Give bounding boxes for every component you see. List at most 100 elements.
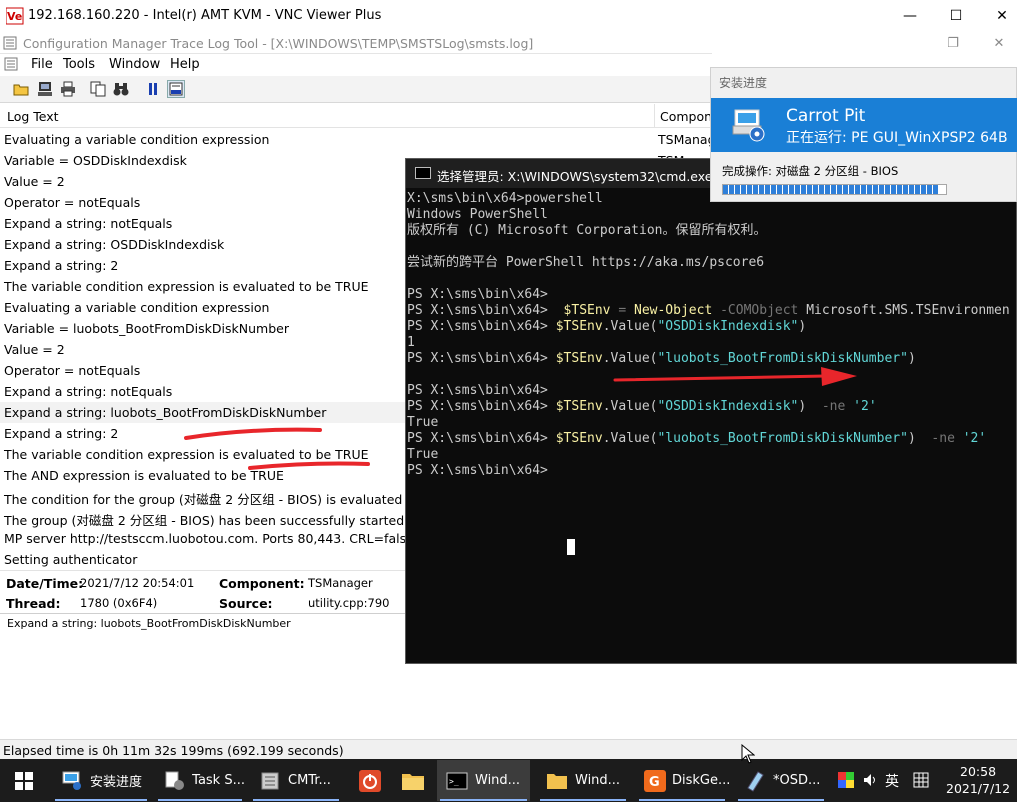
taskbar-item-task-sequence[interactable]: Task S...: [155, 760, 245, 801]
color-grid-icon[interactable]: [838, 772, 854, 788]
open-remote-button[interactable]: [36, 80, 54, 98]
taskbar-item-osd-notepad[interactable]: *OSD...: [735, 760, 827, 801]
ps-prompt: PS X:\sms\bin\x64>: [407, 351, 548, 366]
svg-text:G: G: [649, 775, 660, 790]
taskbar-running-indicator: [55, 799, 147, 801]
thread-value: 1780 (0x6F4): [80, 596, 158, 610]
log-row-text: Variable = luobots_BootFromDiskDiskNumbe…: [4, 321, 289, 336]
taskbar-item-label: Task S...: [192, 773, 245, 788]
taskbar-item-diskgenius[interactable]: G DiskGe...: [636, 760, 731, 801]
find-button[interactable]: [112, 80, 130, 98]
ps-string: "luobots_BootFromDiskDiskNumber": [657, 351, 908, 366]
column-divider[interactable]: [654, 104, 655, 128]
restore-icon: ❐: [947, 35, 959, 51]
document-menu-icon[interactable]: [4, 57, 18, 71]
vnc-minimize-button[interactable]: —: [887, 0, 933, 32]
progress-window-title: 安装进度: [719, 76, 768, 90]
cmtrace-window-title: Configuration Manager Trace Log Tool - […: [23, 36, 534, 51]
details-pane-toggle[interactable]: [167, 80, 185, 98]
taskbar-item-cmtrace[interactable]: CMTr...: [250, 760, 342, 801]
component-value: TSManager: [308, 576, 373, 590]
log-row-text: Expand a string: notEquals: [4, 216, 173, 231]
taskbar-item-windows-folder[interactable]: Wind...: [537, 760, 629, 801]
component-label: Component:: [219, 576, 305, 591]
ps-string: "luobots_BootFromDiskDiskNumber": [657, 431, 908, 446]
console-line: True: [407, 415, 439, 430]
log-details-panel: Date/Time: 2021/7/12 20:54:01 Component:…: [0, 570, 405, 613]
cmtrace-title-bar[interactable]: Configuration Manager Trace Log Tool - […: [0, 32, 712, 54]
vnc-app-icon: Ve: [6, 7, 24, 25]
taskbar-item-label: Wind...: [575, 773, 621, 788]
taskbar-item-install-progress[interactable]: 安装进度: [52, 760, 150, 801]
log-row-text: Value = 2: [4, 342, 65, 357]
log-row-text: Expand a string: OSDDiskIndexdisk: [4, 237, 225, 252]
log-row[interactable]: Evaluating a variable condition expressi…: [0, 129, 712, 150]
progress-bar-fill: [723, 185, 940, 194]
print-button[interactable]: [59, 80, 77, 98]
taskbar-running-indicator: [440, 799, 527, 801]
column-header-log-text[interactable]: Log Text: [7, 109, 59, 124]
ps-operator: -ne: [931, 431, 955, 446]
console-output[interactable]: X:\sms\bin\x64>powershell Windows PowerS…: [407, 189, 1016, 663]
cmtrace-menubar: File Tools Window Help: [0, 54, 712, 75]
pause-icon: [149, 83, 157, 95]
open-button[interactable]: [12, 80, 30, 98]
menu-file[interactable]: File: [31, 57, 53, 72]
ps-operator: -ne: [821, 399, 846, 414]
start-button[interactable]: [0, 760, 48, 801]
taskbar-running-indicator: [738, 799, 824, 801]
ps-paren: ): [907, 431, 916, 446]
cmtrace-restore-button[interactable]: ❐: [930, 32, 976, 54]
vnc-title-bar[interactable]: Ve 192.168.160.220 - Intel(r) AMT KVM - …: [0, 0, 1017, 32]
cmtrace-close-button[interactable]: ✕: [976, 32, 1017, 54]
console-line: PS X:\sms\bin\x64> $TSEnv = New-Object -…: [407, 303, 1010, 319]
taskbar-item-file-explorer[interactable]: [393, 760, 433, 801]
ps-parameter: -COMObject: [720, 303, 799, 318]
taskbar-item-label: 安装进度: [90, 775, 143, 790]
ps-cmdlet: New-Object: [634, 303, 713, 318]
log-row-text: Operator = notEquals: [4, 195, 141, 210]
log-row-text: MP server http://testsccm.luobotou.com. …: [4, 531, 418, 546]
copy-button[interactable]: [89, 80, 107, 98]
console-line: True: [407, 447, 439, 462]
cmd-window[interactable]: 选择管理员: X:\WINDOWS\system32\cmd.exe - p X…: [405, 158, 1017, 664]
ps-paren: ): [907, 351, 916, 366]
ime-indicator[interactable]: 英: [885, 771, 899, 791]
datetime-value: 2021/7/12 20:54:01: [80, 576, 195, 590]
windows-logo-icon: [15, 771, 33, 790]
keyboard-grid-icon[interactable]: [913, 772, 929, 788]
ps-operator: =: [618, 303, 627, 318]
computer-icon: [38, 82, 52, 96]
clock-date[interactable]: 2021/7/12: [946, 781, 1010, 796]
ps-prompt: PS X:\sms\bin\x64>: [407, 319, 548, 334]
vnc-close-button[interactable]: ✕: [979, 0, 1017, 32]
vnc-maximize-button[interactable]: ☐: [933, 0, 979, 32]
console-line: PS X:\sms\bin\x64>: [407, 383, 548, 398]
elapsed-time-status: Elapsed time is 0h 11m 32s 199ms (692.19…: [3, 743, 344, 758]
ps-string: "OSDDiskIndexdisk": [657, 399, 799, 414]
progress-banner: Carrot Pit 正在运行: PE GUI_WinXPSP2 64B: [711, 98, 1017, 152]
taskbar-item-cmd[interactable]: >_ Wind...: [437, 760, 530, 801]
speaker-icon[interactable]: [862, 772, 878, 788]
cmtrace-icon: [258, 769, 282, 793]
binoculars-icon: [113, 83, 129, 96]
taskbar-item-label: DiskGe...: [672, 773, 731, 788]
progress-operation-text: 完成操作: 对磁盘 2 分区组 - BIOS: [722, 164, 899, 178]
source-label: Source:: [219, 596, 273, 611]
column-header-component[interactable]: Compon: [660, 109, 712, 124]
menu-window[interactable]: Window: [109, 57, 160, 72]
log-row-text: The variable condition expression is eva…: [4, 279, 369, 294]
console-line: PS X:\sms\bin\x64> $TSEnv.Value("OSDDisk…: [407, 399, 877, 415]
menu-help[interactable]: Help: [170, 57, 200, 72]
folder-icon: [545, 769, 569, 793]
menu-tools[interactable]: Tools: [63, 57, 95, 72]
log-message-box[interactable]: Expand a string: luobots_BootFromDiskDis…: [0, 613, 405, 738]
pause-button[interactable]: [144, 80, 162, 98]
clock-time[interactable]: 20:58: [960, 764, 996, 779]
taskbar-item-shutdown[interactable]: [350, 760, 390, 801]
cmd-icon: >_: [445, 769, 469, 793]
install-progress-window[interactable]: 安装进度 Carrot Pit 正在运行: PE GUI_WinXPSP2 64…: [710, 67, 1017, 202]
console-line: X:\sms\bin\x64>powershell: [407, 191, 603, 206]
log-row-text: The AND expression is evaluated to be TR…: [4, 468, 284, 483]
log-row-text: The group (对磁盘 2 分区组 - BIOS) has been su…: [4, 513, 405, 528]
